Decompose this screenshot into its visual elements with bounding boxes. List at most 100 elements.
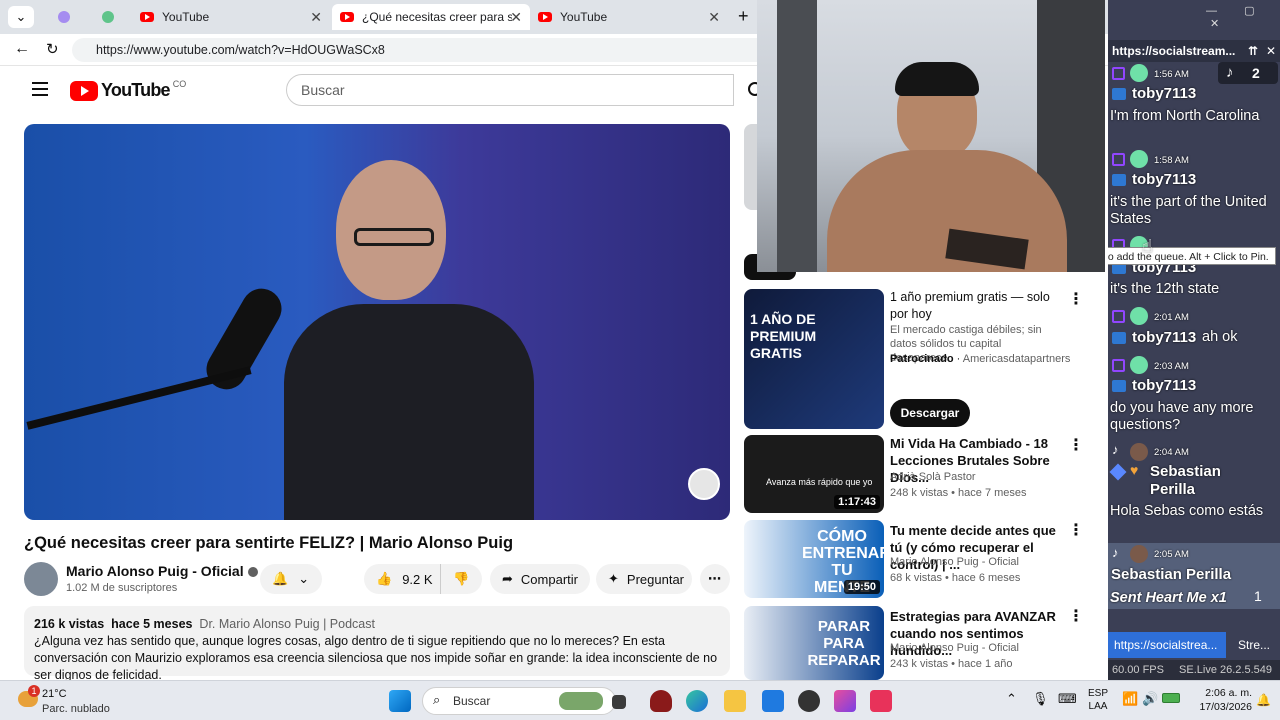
recommended-video-3[interactable]: PARAR PARA REPARAR Estrategias para AVAN… <box>744 606 1104 680</box>
close-icon[interactable]: ✕ <box>708 9 720 26</box>
panel-tab-1[interactable]: https://socialstrea... <box>1108 632 1226 658</box>
reload-icon[interactable]: ↻ <box>46 40 59 58</box>
avatar <box>1130 64 1148 82</box>
battery-icon[interactable] <box>1162 693 1180 703</box>
social-stream-panel: — ▢ ✕ https://socialstream... ⇈ ✕ ♪ 2 1:56… <box>1108 0 1280 680</box>
like-button[interactable]: 👍 9.2 K <box>364 564 440 594</box>
close-icon[interactable]: ✕ <box>1210 18 1219 30</box>
store-icon[interactable] <box>762 690 784 712</box>
more-options-icon[interactable]: ⋮ <box>1068 289 1084 309</box>
windows-taskbar: 1 21°C Parc. nublado ⌕ Buscar ⌃ 🎙 ⌨ ESP … <box>0 680 1280 720</box>
minimize-icon[interactable]: — <box>1206 5 1217 17</box>
avatar <box>1130 150 1148 168</box>
app-shield-icon[interactable] <box>650 690 672 712</box>
recommended-video-2[interactable]: CÓMO ENTRENAR TU MENTE 19:50 Tu mente de… <box>744 520 1104 600</box>
more-options-icon[interactable]: ⋮ <box>1068 520 1084 540</box>
share-button[interactable]: ➦ Compartir <box>490 564 590 594</box>
avatar <box>1130 443 1148 461</box>
avatar <box>1130 307 1148 325</box>
video-player[interactable] <box>24 124 730 520</box>
tab-youtube-2[interactable]: YouTube ✕ <box>530 4 728 30</box>
search-input[interactable]: Buscar <box>286 74 734 106</box>
tab-pinned-2[interactable] <box>92 8 124 26</box>
search-icon: ⌕ <box>433 692 441 707</box>
ad-card[interactable]: 1 AÑO DE PREMIUM GRATIS 1 año premium gr… <box>744 289 1104 429</box>
video-title: ¿Qué necesitas creer para sentirte FELIZ… <box>24 534 514 552</box>
gift-count: 1 <box>1254 588 1262 604</box>
keyboard-icon[interactable]: ⌨ <box>1058 691 1077 707</box>
new-tab-button[interactable]: + <box>738 6 749 27</box>
ask-button[interactable]: ✦ Preguntar <box>596 564 692 594</box>
language-indicator[interactable]: ESP LAA <box>1088 687 1108 713</box>
social-stream-icon[interactable] <box>834 690 856 712</box>
chevron-up-icon[interactable]: ⌃ <box>1006 691 1017 707</box>
channel-avatar[interactable] <box>24 562 58 596</box>
avatar <box>1130 545 1148 563</box>
microphone-icon[interactable]: 🎙 <box>1032 691 1049 707</box>
tab-pinned-1[interactable] <box>48 8 80 26</box>
menu-icon[interactable] <box>32 82 48 96</box>
youtube-logo[interactable]: YouTube CO <box>70 78 187 101</box>
task-view-icon[interactable] <box>612 695 626 709</box>
clock[interactable]: 2:06 a. m. 17/03/2026 <box>1188 686 1252 714</box>
close-icon[interactable]: ✕ <box>310 9 322 26</box>
obs-icon[interactable] <box>798 690 820 712</box>
subscriber-badge-icon <box>1112 174 1126 186</box>
back-icon[interactable]: ← <box>14 40 30 58</box>
sparkle-icon: ✦ <box>608 571 619 586</box>
download-button[interactable]: Descargar <box>890 399 970 427</box>
channel-watermark[interactable] <box>688 468 720 500</box>
close-icon[interactable]: ✕ <box>510 9 522 26</box>
ad-thumbnail: 1 AÑO DE PREMIUM GRATIS <box>744 289 884 429</box>
window-controls: — ▢ ✕ <box>1188 4 1278 30</box>
avatar <box>1130 356 1148 374</box>
close-icon[interactable]: ✕ <box>1266 40 1276 62</box>
youtube-play-icon <box>70 80 98 101</box>
tab-youtube-1[interactable]: YouTube ✕ <box>132 4 330 30</box>
tooltip: to add the queue. Alt + Click to Pin. <box>1108 247 1276 265</box>
chat-url-bar[interactable]: https://socialstream... ⇈ ✕ <box>1108 40 1280 62</box>
channel-name[interactable]: Mario Alonso Puig - Oficial <box>66 563 258 579</box>
twitch-icon <box>1112 310 1125 323</box>
description-box[interactable]: 216 k vistas hace 5 meses Dr. Mario Alon… <box>24 606 730 680</box>
file-explorer-icon[interactable] <box>724 690 746 712</box>
description-tag[interactable]: Dr. Mario Alonso Puig | Podcast <box>199 617 375 631</box>
tiktok-icon: ♪ <box>1226 64 1234 81</box>
status-bar: 60.00 FPS SE.Live 26.2.5.549 <box>1108 660 1280 680</box>
search-highlight-image <box>559 692 603 710</box>
share-icon: ➦ <box>502 571 513 586</box>
mic-arm <box>26 366 252 430</box>
tab-active-video[interactable]: ¿Qué necesitas creer para sentirte✕ <box>332 4 530 30</box>
twitch-icon <box>1112 359 1125 372</box>
more-actions-button[interactable]: ⋯ <box>700 564 730 594</box>
maximize-icon[interactable]: ▢ <box>1244 5 1254 17</box>
dislike-button[interactable]: 👎 <box>440 564 482 594</box>
more-options-icon[interactable]: ⋮ <box>1068 435 1084 455</box>
twitch-icon <box>1112 153 1125 166</box>
more-options-icon[interactable]: ⋮ <box>1068 606 1084 626</box>
tab-list-button[interactable]: ⌄ <box>8 6 34 28</box>
taskbar-search[interactable]: ⌕ Buscar <box>422 687 616 715</box>
notifications-button[interactable]: 🔔 ⌄ <box>260 564 322 594</box>
tiktok-icon[interactable] <box>870 690 892 712</box>
country-code: CO <box>172 78 187 89</box>
gym-machine <box>777 0 817 272</box>
subscriber-badge-icon <box>1112 88 1126 100</box>
weather-widget[interactable]: 1 21°C Parc. nublado <box>14 685 134 717</box>
wifi-icon[interactable]: 📶 <box>1122 691 1138 707</box>
pin-icon[interactable]: ⇈ <box>1248 40 1258 62</box>
windows-start-icon[interactable] <box>389 690 411 712</box>
heart-icon: ♥ <box>1130 462 1139 478</box>
recommended-video-1[interactable]: Avanza más rápido que yo 1:17:43 Mi Vida… <box>744 435 1104 515</box>
notification-center-icon[interactable]: 🔔 <box>1256 693 1271 707</box>
edge-icon[interactable] <box>686 690 708 712</box>
subscriber-count: 1.02 M de suscriptores <box>66 582 178 594</box>
panel-tab-2[interactable]: Stre... <box>1232 632 1280 658</box>
video-thumbnail: Avanza más rápido que yo 1:17:43 <box>744 435 884 513</box>
verified-icon <box>247 567 258 578</box>
notification-badge: 1 <box>28 685 40 697</box>
volume-icon[interactable]: 🔊 <box>1142 691 1158 707</box>
url-field[interactable]: https://www.youtube.com/watch?v=HdOUGWaS… <box>72 38 772 62</box>
twitch-icon <box>1112 67 1125 80</box>
subscriber-badge-icon <box>1112 332 1126 344</box>
